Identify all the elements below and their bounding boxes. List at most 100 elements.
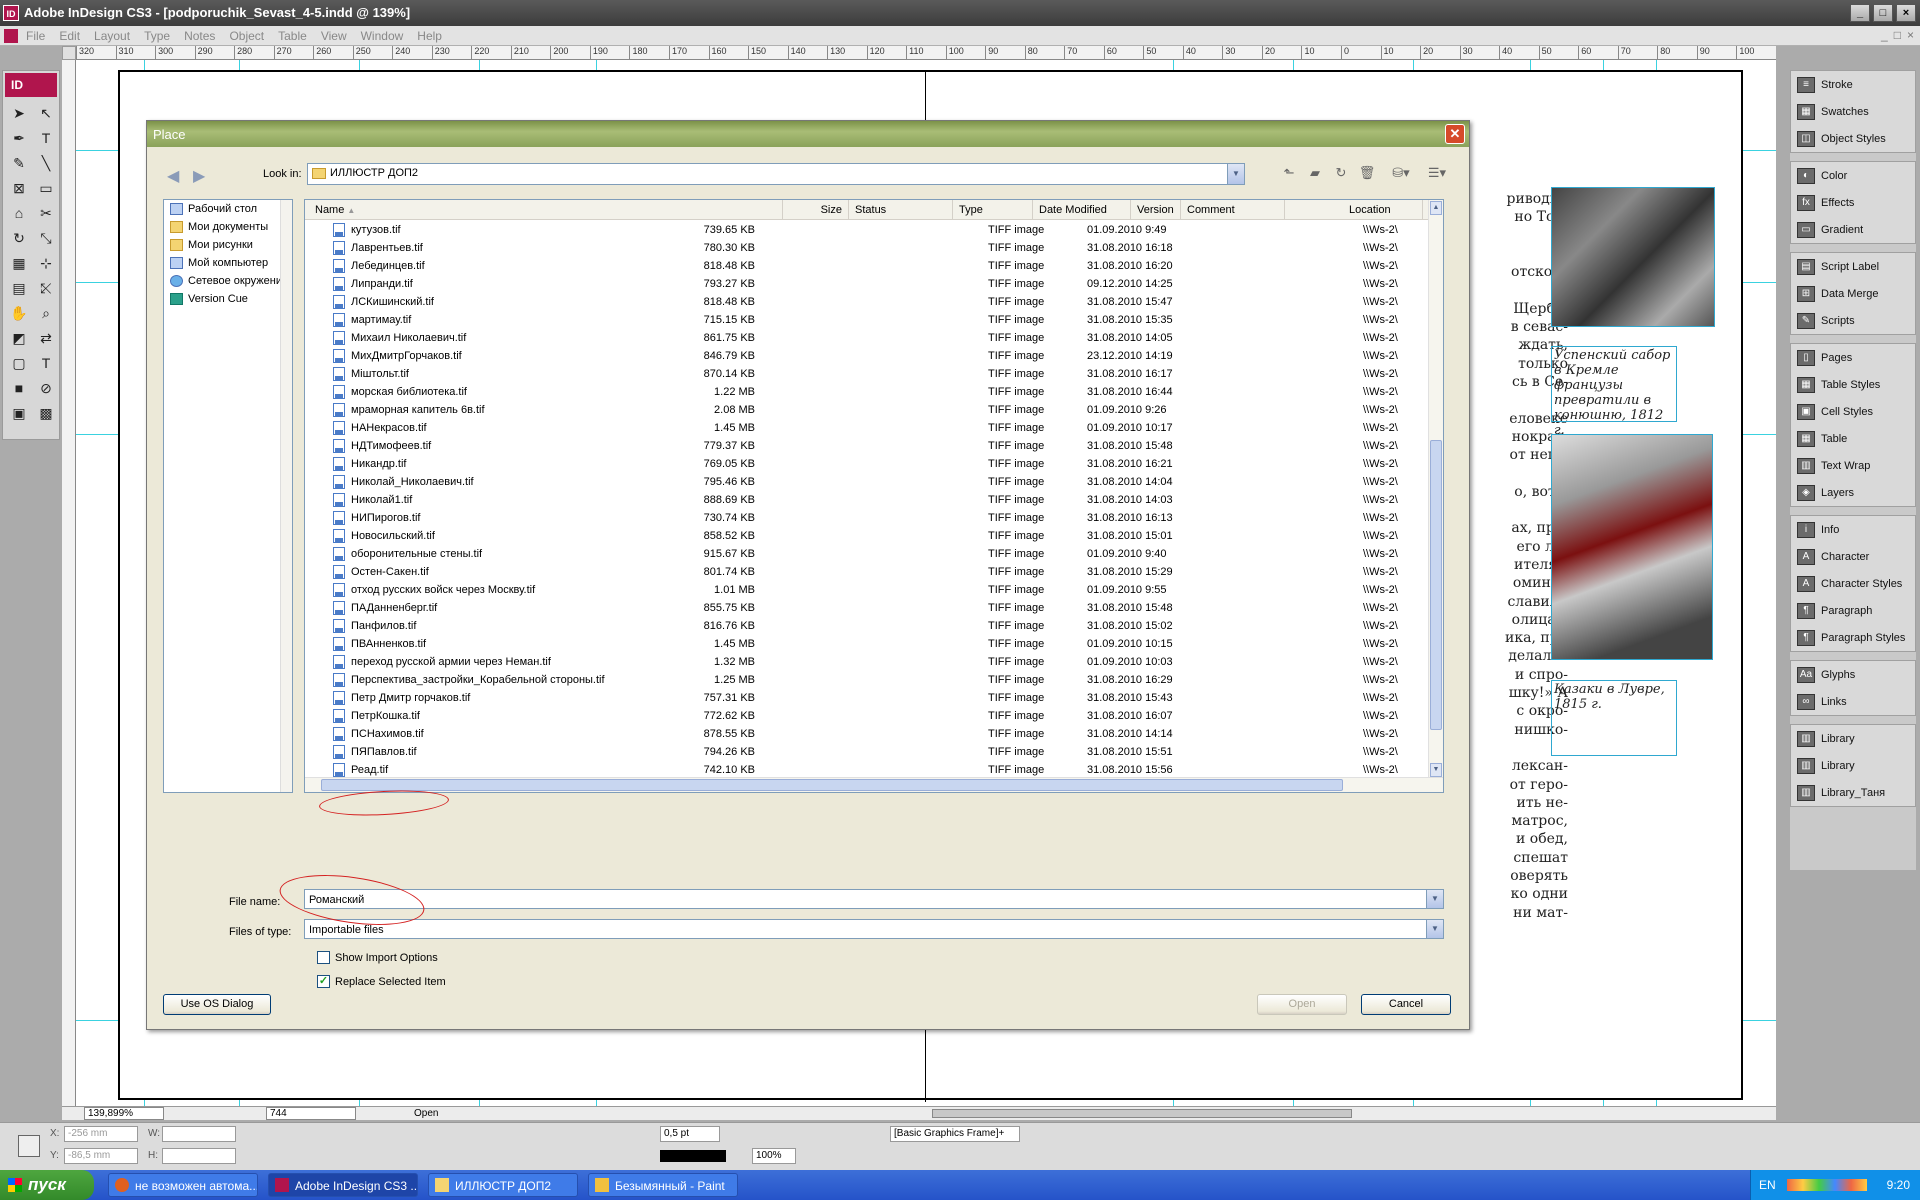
- normal-view-icon[interactable]: ▣: [6, 401, 32, 425]
- scissors-tool-icon[interactable]: ✂: [33, 201, 59, 225]
- scale-tool-icon[interactable]: ⤡: [33, 226, 59, 250]
- look-in-dropdown[interactable]: ИЛЛЮСТР ДОП2 ▼: [307, 163, 1245, 185]
- new-folder-icon[interactable]: ▰: [1305, 165, 1325, 183]
- x-field[interactable]: -256 mm: [64, 1126, 138, 1142]
- file-row[interactable]: ПВАнненков.tif 1.45 MB TIFF image 01.09.201…: [305, 635, 1425, 653]
- panel-tab-stroke[interactable]: ≡ Stroke: [1791, 71, 1915, 98]
- file-row[interactable]: мраморная капитель 6в.tif 2.08 MB TIFF ima…: [305, 401, 1425, 419]
- file-row[interactable]: Липранди.tif 793.27 KB TIFF image 09.12.201…: [305, 275, 1425, 293]
- maximize-button[interactable]: □: [1873, 4, 1893, 22]
- file-row[interactable]: Перспектива_застройки_Корабельной сторон…: [305, 671, 1425, 689]
- doc-close-button[interactable]: ×: [1907, 28, 1914, 42]
- button-tool-icon[interactable]: ⌂: [6, 201, 32, 225]
- file-row[interactable]: Мiштольт.tif 870.14 KB TIFF image 31.08.201…: [305, 365, 1425, 383]
- dialog-close-button[interactable]: ✕: [1445, 124, 1465, 144]
- panel-tab-effects[interactable]: fx Effects: [1791, 189, 1915, 216]
- column-comment[interactable]: Comment: [1181, 200, 1285, 220]
- direct-selection-tool-icon[interactable]: ↖: [33, 101, 59, 125]
- panel-tab-glyphs[interactable]: Aa Glyphs: [1791, 661, 1915, 688]
- menu-notes[interactable]: Notes: [184, 29, 215, 43]
- swap-fill-stroke-icon[interactable]: ⇄: [33, 326, 59, 350]
- stroke-type-selector[interactable]: [660, 1150, 726, 1162]
- menu-edit[interactable]: Edit: [59, 29, 80, 43]
- file-row[interactable]: Петр Дмитр горчаков.tif 757.31 KB TIFF ima…: [305, 689, 1425, 707]
- ruler-origin[interactable]: [62, 46, 76, 60]
- panel-tab-pages[interactable]: ▯ Pages: [1791, 344, 1915, 371]
- file-row[interactable]: Лебединцев.tif 818.48 KB TIFF image 31.08.2…: [305, 257, 1425, 275]
- note-tool-icon[interactable]: ▤: [6, 276, 32, 300]
- panel-tab-links[interactable]: ∞ Links: [1791, 688, 1915, 715]
- file-row[interactable]: НИПирогов.tif 730.74 KB TIFF image 31.08.20…: [305, 509, 1425, 527]
- image-frame-cathedral[interactable]: [1551, 187, 1715, 327]
- place-computer[interactable]: Мой компьютер: [164, 254, 292, 272]
- use-os-dialog-button[interactable]: Use OS Dialog: [163, 994, 271, 1015]
- taskbar-item-folder[interactable]: ИЛЛЮСТР ДОП2: [428, 1173, 578, 1197]
- stroke-weight-field[interactable]: 0,5 pt: [660, 1126, 720, 1142]
- file-row[interactable]: морская библиотека.tif 1.22 MB TIFF image 3…: [305, 383, 1425, 401]
- chevron-down-icon[interactable]: ▼: [1227, 164, 1244, 184]
- close-button[interactable]: ×: [1896, 4, 1916, 22]
- width-field[interactable]: [162, 1126, 236, 1142]
- reference-point-icon[interactable]: [18, 1135, 40, 1157]
- panel-tab-scripts[interactable]: ✎ Scripts: [1791, 307, 1915, 334]
- panel-tab-library-таня[interactable]: ▥ Library_Таня: [1791, 779, 1915, 806]
- panel-tab-table[interactable]: ▦ Table: [1791, 425, 1915, 452]
- file-row[interactable]: Панфилов.tif 816.76 KB TIFF image 31.08.201…: [305, 617, 1425, 635]
- file-row[interactable]: НДТимофеев.tif 779.37 KB TIFF image 31.08.2…: [305, 437, 1425, 455]
- place-desktop[interactable]: Рабочий стол: [164, 200, 292, 218]
- file-row[interactable]: Николай_Николаевич.tif 795.46 KB TIFF imag…: [305, 473, 1425, 491]
- indesign-menu-icon[interactable]: [4, 29, 18, 43]
- panel-tab-swatches[interactable]: ▦ Swatches: [1791, 98, 1915, 125]
- refresh-icon[interactable]: ↻: [1331, 165, 1351, 183]
- place-version-cue[interactable]: Version Cue: [164, 290, 292, 308]
- panel-tab-paragraph-styles[interactable]: ¶ Paragraph Styles: [1791, 624, 1915, 651]
- column-version[interactable]: Version: [1131, 200, 1181, 220]
- menu-object[interactable]: Object: [229, 29, 264, 43]
- panel-tab-paragraph[interactable]: ¶ Paragraph: [1791, 597, 1915, 624]
- height-field[interactable]: [162, 1148, 236, 1164]
- column-size[interactable]: Size: [783, 200, 849, 220]
- horizontal-scroll-thumb[interactable]: [321, 779, 1343, 791]
- chevron-down-icon[interactable]: ▼: [1426, 890, 1443, 908]
- files-of-type-dropdown[interactable]: Importable files ▼: [304, 919, 1444, 939]
- hand-tool-icon[interactable]: ✋: [6, 301, 32, 325]
- menu-file[interactable]: File: [26, 29, 45, 43]
- panel-tab-color[interactable]: ◐ Color: [1791, 162, 1915, 189]
- column-type[interactable]: Type: [953, 200, 1033, 220]
- column-date-modified[interactable]: Date Modified: [1033, 200, 1131, 220]
- tray-icons[interactable]: [1787, 1179, 1867, 1191]
- rotate-tool-icon[interactable]: ↻: [6, 226, 32, 250]
- place-documents[interactable]: Мои документы: [164, 218, 292, 236]
- menu-window[interactable]: Window: [361, 29, 404, 43]
- file-row[interactable]: оборонительные стены.tif 915.67 KB TIFF im…: [305, 545, 1425, 563]
- delete-icon[interactable]: 🗑: [1357, 165, 1377, 183]
- panel-tab-layers[interactable]: ◈ Layers: [1791, 479, 1915, 506]
- file-row[interactable]: Михаил Николаевич.tif 861.75 KB TIFF image…: [305, 329, 1425, 347]
- show-import-options-label[interactable]: Show Import Options: [335, 952, 438, 964]
- menu-help[interactable]: Help: [417, 29, 442, 43]
- opacity-field[interactable]: 100%: [752, 1148, 796, 1164]
- panel-tab-table-styles[interactable]: ▦ Table Styles: [1791, 371, 1915, 398]
- selection-tool-icon[interactable]: ➤: [6, 101, 32, 125]
- rectangle-frame-tool-icon[interactable]: ⊠: [6, 176, 32, 200]
- vertical-scroll-thumb[interactable]: [1430, 440, 1442, 730]
- file-row[interactable]: МихДмитрГорчаков.tif 846.79 KB TIFF image 2…: [305, 347, 1425, 365]
- rectangle-tool-icon[interactable]: ▭: [33, 176, 59, 200]
- column-location[interactable]: Location: [1343, 200, 1423, 220]
- language-indicator[interactable]: EN: [1759, 1178, 1776, 1192]
- zoom-field[interactable]: 139,899%: [84, 1107, 164, 1120]
- scroll-up-icon[interactable]: ▲: [1430, 201, 1442, 215]
- forward-arrow-icon[interactable]: ▶: [193, 166, 205, 186]
- up-folder-icon[interactable]: ⬑: [1279, 165, 1299, 183]
- vertical-scrollbar[interactable]: ▲ ▼: [1428, 200, 1443, 792]
- preview-view-icon[interactable]: ▩: [33, 401, 59, 425]
- panel-tab-text-wrap[interactable]: ▥ Text Wrap: [1791, 452, 1915, 479]
- doc-restore-button[interactable]: □: [1894, 28, 1901, 42]
- file-row[interactable]: НАНекрасов.tif 1.45 MB TIFF image 01.09.201…: [305, 419, 1425, 437]
- fill-stroke-icon[interactable]: ◩: [6, 326, 32, 350]
- free-transform-tool-icon[interactable]: ⊹: [33, 251, 59, 275]
- start-button[interactable]: пуск: [0, 1170, 94, 1200]
- cancel-button[interactable]: Cancel: [1361, 994, 1451, 1015]
- menu-type[interactable]: Type: [144, 29, 170, 43]
- file-row[interactable]: кутузов.tif 739.65 KB TIFF image 01.09.2010…: [305, 221, 1425, 239]
